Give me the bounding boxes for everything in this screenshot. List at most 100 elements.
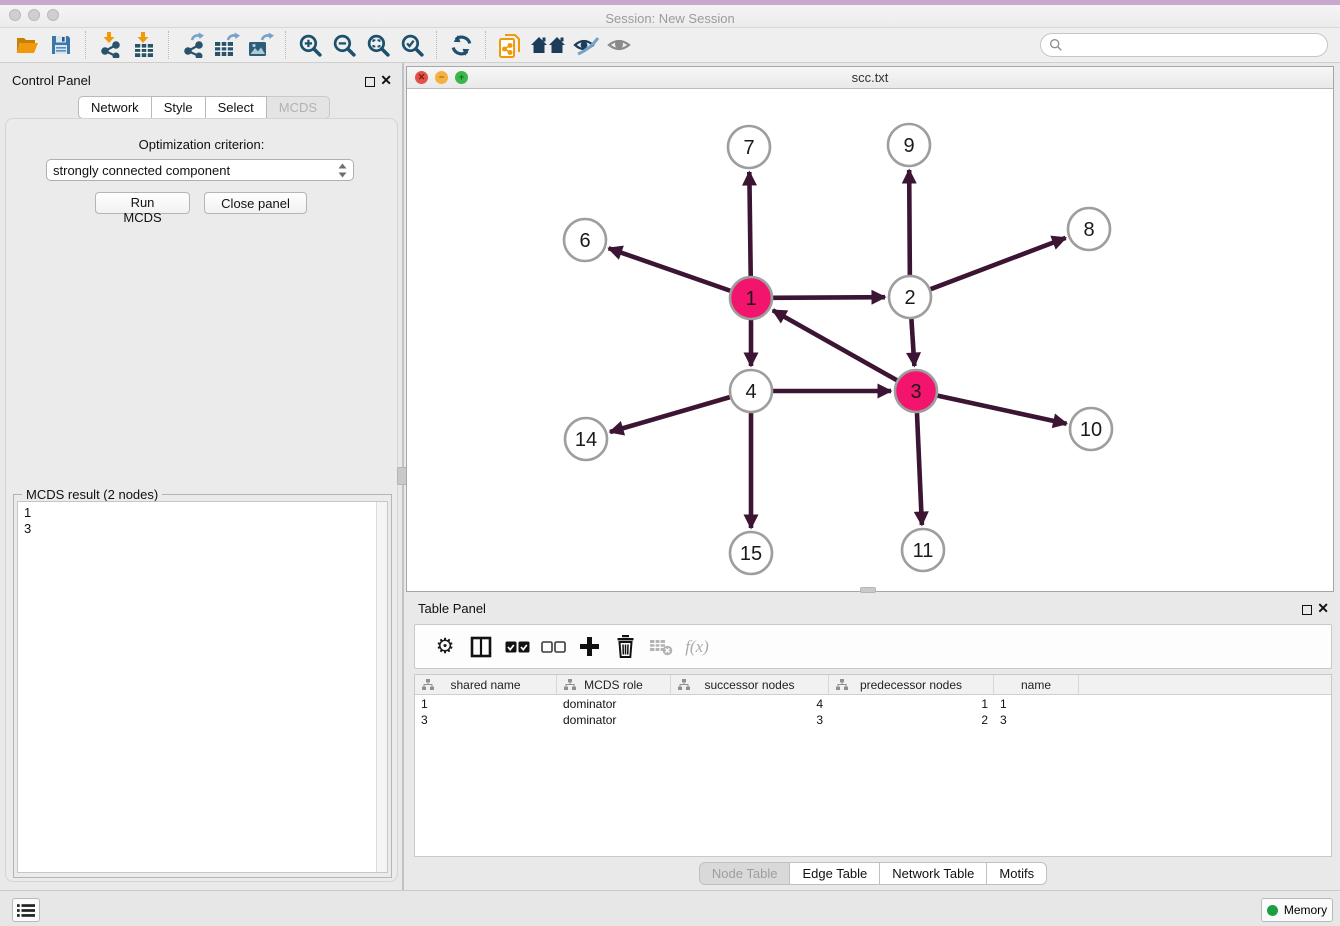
graph-node-label: 10 [1080, 419, 1102, 441]
search-icon [1049, 38, 1063, 52]
cell-predecessor-nodes: 2 [829, 713, 994, 729]
table-row[interactable]: 3 dominator 3 2 3 [415, 713, 1331, 729]
column-header-mcds-role[interactable]: MCDS role [557, 675, 671, 694]
mcds-result-text[interactable]: 1 3 [17, 501, 388, 873]
memory-button[interactable]: Memory [1261, 898, 1333, 922]
graph-edge-3-1[interactable] [773, 310, 897, 380]
table-panel-close-button[interactable]: ✕ [1317, 603, 1329, 613]
zoom-in-icon[interactable] [293, 30, 327, 60]
clone-network-icon[interactable] [493, 30, 527, 60]
search-field[interactable] [1040, 33, 1328, 57]
memory-label: Memory [1284, 903, 1327, 917]
cell-name: 1 [994, 697, 1079, 713]
tab-style[interactable]: Style [152, 96, 206, 119]
graph-node-label: 14 [575, 429, 597, 451]
control-panel-title: Control Panel [12, 73, 91, 88]
function-builder-icon-disabled: f(x) [679, 628, 715, 666]
home-icon[interactable] [527, 30, 569, 60]
graph-edge-3-10[interactable] [937, 396, 1066, 424]
tab-motifs[interactable]: Motifs [987, 862, 1047, 885]
zoom-fit-icon[interactable] [361, 30, 395, 60]
import-network-icon[interactable] [93, 30, 127, 60]
table-settings-gear-icon[interactable]: ⚙ [427, 628, 463, 666]
graph-edge-3-11[interactable] [917, 413, 922, 525]
network-window-title: scc.txt [407, 70, 1333, 85]
hierarchy-icon [564, 679, 576, 691]
cell-mcds-role: dominator [557, 697, 671, 713]
delete-table-icon-disabled [643, 628, 679, 666]
apply-layout-icon[interactable] [444, 30, 478, 60]
hierarchy-icon [678, 679, 690, 691]
zoom-out-icon[interactable] [327, 30, 361, 60]
graph-edge-1-6[interactable] [609, 248, 731, 290]
graph-edge-1-7[interactable] [749, 172, 750, 276]
network-window: ✕ − + scc.txt 7968124314101511 [406, 66, 1334, 592]
cell-shared-name: 1 [415, 697, 557, 713]
graph-node-label: 15 [740, 543, 762, 565]
show-panels-icon[interactable] [603, 30, 637, 60]
hide-panels-icon[interactable] [569, 30, 603, 60]
delete-column-trash-icon[interactable] [607, 628, 643, 666]
table-toolbar: ⚙ f(x) [414, 624, 1332, 669]
select-all-icon[interactable] [499, 628, 535, 666]
node-table: shared name MCDS role successor nodes pr… [414, 674, 1332, 857]
deselect-all-icon[interactable] [535, 628, 571, 666]
graph-node-label: 8 [1083, 219, 1094, 241]
save-session-icon[interactable] [44, 30, 78, 60]
optimization-criterion-label: Optimization criterion: [6, 137, 397, 152]
control-panel-float-button[interactable] [365, 74, 375, 92]
open-session-icon[interactable] [10, 30, 44, 60]
window-title: Session: New Session [0, 11, 1340, 26]
graph-node-label: 2 [904, 287, 915, 309]
column-header-name[interactable]: name [994, 675, 1079, 694]
table-tabs: Node Table Edge Table Network Table Moti… [406, 862, 1340, 885]
export-network-icon[interactable] [176, 30, 210, 60]
horizontal-splitter-handle[interactable] [860, 587, 876, 593]
column-header-predecessor-nodes[interactable]: predecessor nodes [829, 675, 994, 694]
close-panel-button[interactable]: Close panel [204, 192, 307, 214]
run-mcds-button[interactable]: Run MCDS [95, 192, 190, 214]
mcds-panel-body: Optimization criterion: strongly connect… [5, 118, 398, 882]
table-panel-float-button[interactable] [1302, 602, 1312, 620]
graph-edge-2-3[interactable] [911, 319, 914, 366]
column-visibility-icon[interactable] [463, 628, 499, 666]
control-panel-tabs: Network Style Select MCDS [78, 96, 330, 119]
search-input[interactable] [1063, 38, 1319, 52]
graph-edge-2-8[interactable] [931, 238, 1066, 289]
column-header-shared-name[interactable]: shared name [415, 675, 557, 694]
create-column-icon[interactable] [571, 628, 607, 666]
table-header-row: shared name MCDS role successor nodes pr… [415, 675, 1331, 695]
tab-mcds[interactable]: MCDS [267, 96, 330, 119]
tab-edge-table[interactable]: Edge Table [790, 862, 880, 885]
toolbar-separator [436, 31, 437, 59]
graph-node-label: 11 [913, 540, 934, 562]
column-header-successor-nodes[interactable]: successor nodes [671, 675, 829, 694]
network-canvas[interactable]: 7968124314101511 [407, 89, 1333, 591]
hierarchy-icon [422, 679, 434, 691]
graph-edge-4-14[interactable] [610, 397, 730, 432]
tab-network-table[interactable]: Network Table [880, 862, 987, 885]
import-table-icon[interactable] [127, 30, 161, 60]
graph-edge-1-2[interactable] [773, 297, 885, 298]
export-image-icon[interactable] [244, 30, 278, 60]
control-panel: Control Panel ✕ Network Style Select MCD… [0, 63, 403, 890]
cell-shared-name: 3 [415, 713, 557, 729]
zoom-selected-icon[interactable] [395, 30, 429, 60]
graph-edge-2-9[interactable] [909, 170, 910, 275]
toolbar-separator [85, 31, 86, 59]
tab-node-table[interactable]: Node Table [699, 862, 791, 885]
hierarchy-icon [836, 679, 848, 691]
table-panel: Table Panel ✕ ⚙ f(x) [406, 595, 1340, 890]
result-scrollbar[interactable] [376, 502, 387, 872]
table-panel-title: Table Panel [418, 601, 486, 616]
table-row[interactable]: 1 dominator 4 1 1 [415, 697, 1331, 713]
tab-network[interactable]: Network [78, 96, 152, 119]
export-table-icon[interactable] [210, 30, 244, 60]
criterion-select[interactable]: strongly connected component [46, 159, 354, 181]
graph-node-label: 9 [903, 135, 914, 157]
tab-select[interactable]: Select [206, 96, 267, 119]
control-panel-close-button[interactable]: ✕ [380, 75, 392, 85]
cell-name: 3 [994, 713, 1079, 729]
cell-successor-nodes: 3 [671, 713, 829, 729]
show-panel-menu-button[interactable] [12, 898, 40, 922]
